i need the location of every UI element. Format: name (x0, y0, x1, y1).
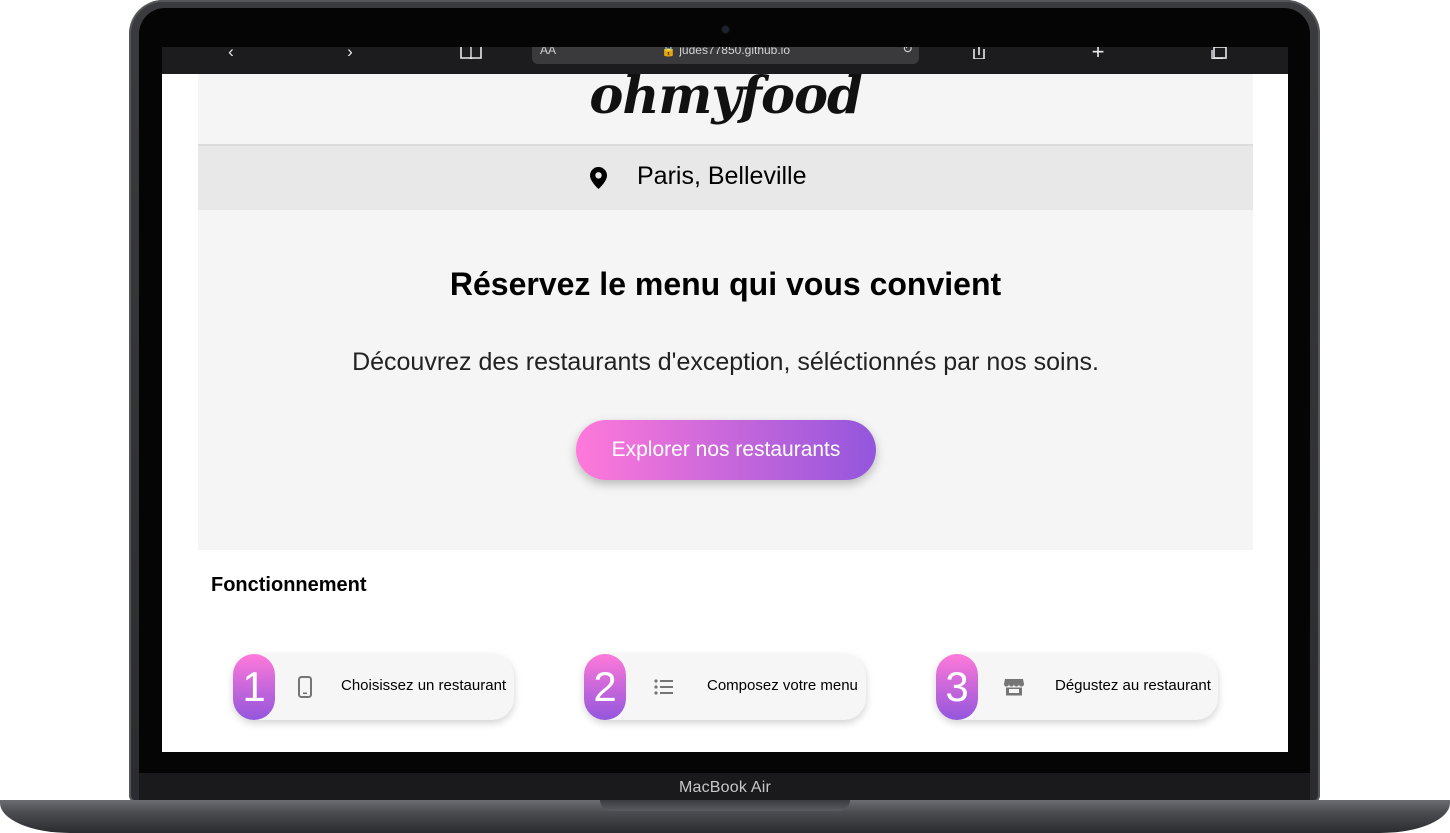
step-label: Composez votre menu (707, 677, 858, 694)
step-label: Choisissez un restaurant (341, 677, 507, 694)
step-card: 1 Choisissez un restaurant (233, 654, 514, 720)
camera (722, 26, 729, 33)
step-number: 2 (584, 654, 626, 720)
address-bar[interactable]: AA 🔒 judes77850.github.io ↻ (532, 47, 919, 64)
site-header: ohmyfood (198, 66, 1253, 146)
location-pin-icon (590, 167, 607, 189)
url-value: judes77850.github.io (679, 47, 791, 57)
chevron-right-icon[interactable]: › (335, 47, 365, 61)
device-label: MacBook Air (678, 779, 771, 796)
tabs-icon[interactable] (1204, 47, 1234, 61)
screen: ‹ › AA 🔒 judes77850.github.io ↻ + ohmyfo… (162, 47, 1288, 752)
phone-icon (298, 676, 312, 698)
laptop-notch (600, 800, 850, 811)
step-card: 3 Dégustez au restaurant (936, 654, 1218, 720)
web-page: ohmyfood Paris, Belleville Réservez le m… (198, 66, 1253, 550)
site-logo[interactable]: ohmyfood (198, 66, 1253, 126)
step-number: 1 (233, 654, 275, 720)
list-icon (654, 679, 673, 695)
location-text: Paris, Belleville (637, 162, 807, 190)
store-icon (1004, 679, 1024, 696)
step-card: 2 Composez votre menu (584, 654, 866, 720)
hero-title: Réservez le menu qui vous convient (449, 266, 1002, 302)
step-number: 3 (936, 654, 978, 720)
hero-section: Réservez le menu qui vous convient Décou… (198, 210, 1253, 550)
share-icon[interactable] (964, 47, 994, 61)
location-bar: Paris, Belleville (198, 146, 1253, 210)
url-text: 🔒 judes77850.github.io (532, 47, 919, 57)
step-label: Dégustez au restaurant (1055, 677, 1211, 694)
how-it-works-title: Fonctionnement (211, 574, 367, 596)
book-icon[interactable] (456, 47, 486, 61)
chevron-left-icon[interactable]: ‹ (216, 47, 246, 61)
explore-restaurants-button[interactable]: Explorer nos restaurants (576, 420, 876, 480)
reload-icon[interactable]: ↻ (902, 47, 913, 57)
plus-icon[interactable]: + (1083, 47, 1113, 63)
hero-subtitle: Découvrez des restaurants d'exception, s… (352, 348, 1099, 376)
